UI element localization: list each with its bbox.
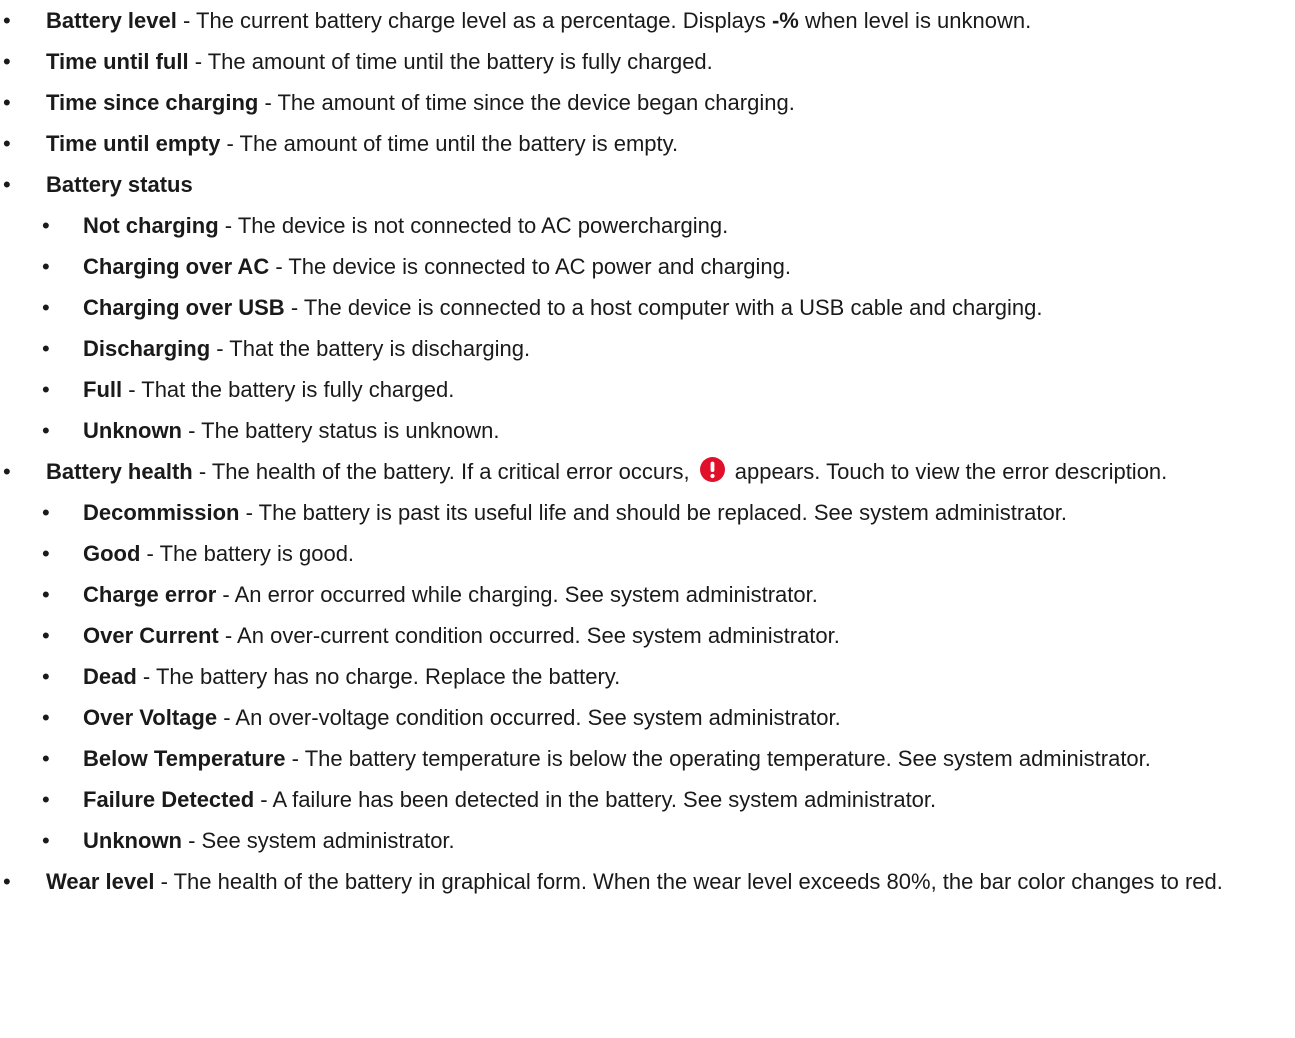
description-text: - That the battery is discharging.	[210, 336, 531, 361]
list-item-battery-status: Battery status	[0, 170, 1295, 199]
term-failure-detected: Failure Detected	[83, 787, 255, 812]
term-battery-health: Battery health	[46, 459, 193, 484]
sublist-item-status: Full - That the battery is fully charged…	[0, 375, 1295, 404]
description-text: - The battery has no charge. Replace the…	[136, 664, 621, 689]
term-time-until-empty: Time until empty	[46, 131, 221, 156]
term-dead: Dead	[83, 664, 137, 689]
sublist-item-health: Below Temperature - The battery temperat…	[0, 744, 1295, 773]
list-item-wear-level: Wear level - The health of the battery i…	[0, 867, 1295, 896]
list-item-time-until-full: Time until full - The amount of time unt…	[0, 47, 1295, 76]
term-below-temperature: Below Temperature	[83, 746, 286, 771]
description-text: - The device is connected to AC power an…	[269, 254, 792, 279]
description-text: - The battery is past its useful life an…	[239, 500, 1067, 525]
sublist-item-status: Charging over AC - The device is connect…	[0, 252, 1295, 281]
list-item-time-until-empty: Time until empty - The amount of time un…	[0, 129, 1295, 158]
sublist-item-health: Decommission - The battery is past its u…	[0, 498, 1295, 527]
description-text: - An over-voltage condition occurred. Se…	[217, 705, 841, 730]
description-text: - An over-current condition occurred. Se…	[218, 623, 840, 648]
list-item-battery-health: Battery health - The health of the batte…	[0, 457, 1295, 486]
term-decommission: Decommission	[83, 500, 240, 525]
term-unknown-health: Unknown	[83, 828, 182, 853]
sublist-item-status: Charging over USB - The device is connec…	[0, 293, 1295, 322]
sublist-item-status: Unknown - The battery status is unknown.	[0, 416, 1295, 445]
separator: -	[176, 8, 197, 33]
term-wear-level: Wear level	[46, 869, 155, 894]
description-text: - The amount of time until the battery i…	[188, 49, 713, 74]
description-text: - The amount of time since the device be…	[258, 90, 795, 115]
term-time-since-charging: Time since charging	[46, 90, 259, 115]
description-text: - The battery is good.	[140, 541, 355, 566]
term-full: Full	[83, 377, 123, 402]
term-battery-status: Battery status	[46, 172, 193, 197]
description-text: - The amount of time until the battery i…	[220, 131, 679, 156]
sublist-item-health: Failure Detected - A failure has been de…	[0, 785, 1295, 814]
term-charging-over-usb: Charging over USB	[83, 295, 285, 320]
term-charge-error: Charge error	[83, 582, 217, 607]
description-text: when level is unknown.	[798, 8, 1032, 33]
description-text: appears. Touch to view the error descrip…	[728, 459, 1168, 484]
description-text: - That the battery is fully charged.	[122, 377, 455, 402]
description-text: - An error occurred while charging. See …	[216, 582, 818, 607]
sublist-item-health: Good - The battery is good.	[0, 539, 1295, 568]
unknown-level-symbol: -%	[771, 8, 799, 33]
term-battery-level: Battery level	[46, 8, 177, 33]
description-text: - The device is not connected to AC powe…	[218, 213, 729, 238]
term-over-current: Over Current	[83, 623, 219, 648]
term-time-until-full: Time until full	[46, 49, 189, 74]
description-text: The current battery charge level as a pe…	[196, 8, 772, 33]
term-discharging: Discharging	[83, 336, 211, 361]
term-good: Good	[83, 541, 141, 566]
description-text: - A failure has been detected in the bat…	[254, 787, 937, 812]
sublist-item-status: Discharging - That the battery is discha…	[0, 334, 1295, 363]
sublist-item-health: Unknown - See system administrator.	[0, 826, 1295, 855]
battery-info-document: Battery level - The current battery char…	[0, 0, 1295, 896]
description-text: - See system administrator.	[182, 828, 455, 853]
term-unknown-status: Unknown	[83, 418, 182, 443]
list-item-battery-level: Battery level - The current battery char…	[0, 6, 1295, 35]
critical-error-icon	[699, 457, 725, 482]
term-over-voltage: Over Voltage	[83, 705, 218, 730]
sublist-item-status: Not charging - The device is not connect…	[0, 211, 1295, 240]
description-text: - The battery temperature is below the o…	[285, 746, 1151, 771]
sublist-item-health: Dead - The battery has no charge. Replac…	[0, 662, 1295, 691]
term-not-charging: Not charging	[83, 213, 219, 238]
list-item-time-since-charging: Time since charging - The amount of time…	[0, 88, 1295, 117]
description-text: - The battery status is unknown.	[182, 418, 500, 443]
description-text: - The device is connected to a host comp…	[284, 295, 1043, 320]
description-text: - The health of the battery. If a critic…	[192, 459, 696, 484]
sublist-item-health: Over Voltage - An over-voltage condition…	[0, 703, 1295, 732]
sublist-item-health: Charge error - An error occurred while c…	[0, 580, 1295, 609]
description-text: - The health of the battery in graphical…	[154, 869, 1223, 894]
term-charging-over-ac: Charging over AC	[83, 254, 270, 279]
sublist-item-health: Over Current - An over-current condition…	[0, 621, 1295, 650]
